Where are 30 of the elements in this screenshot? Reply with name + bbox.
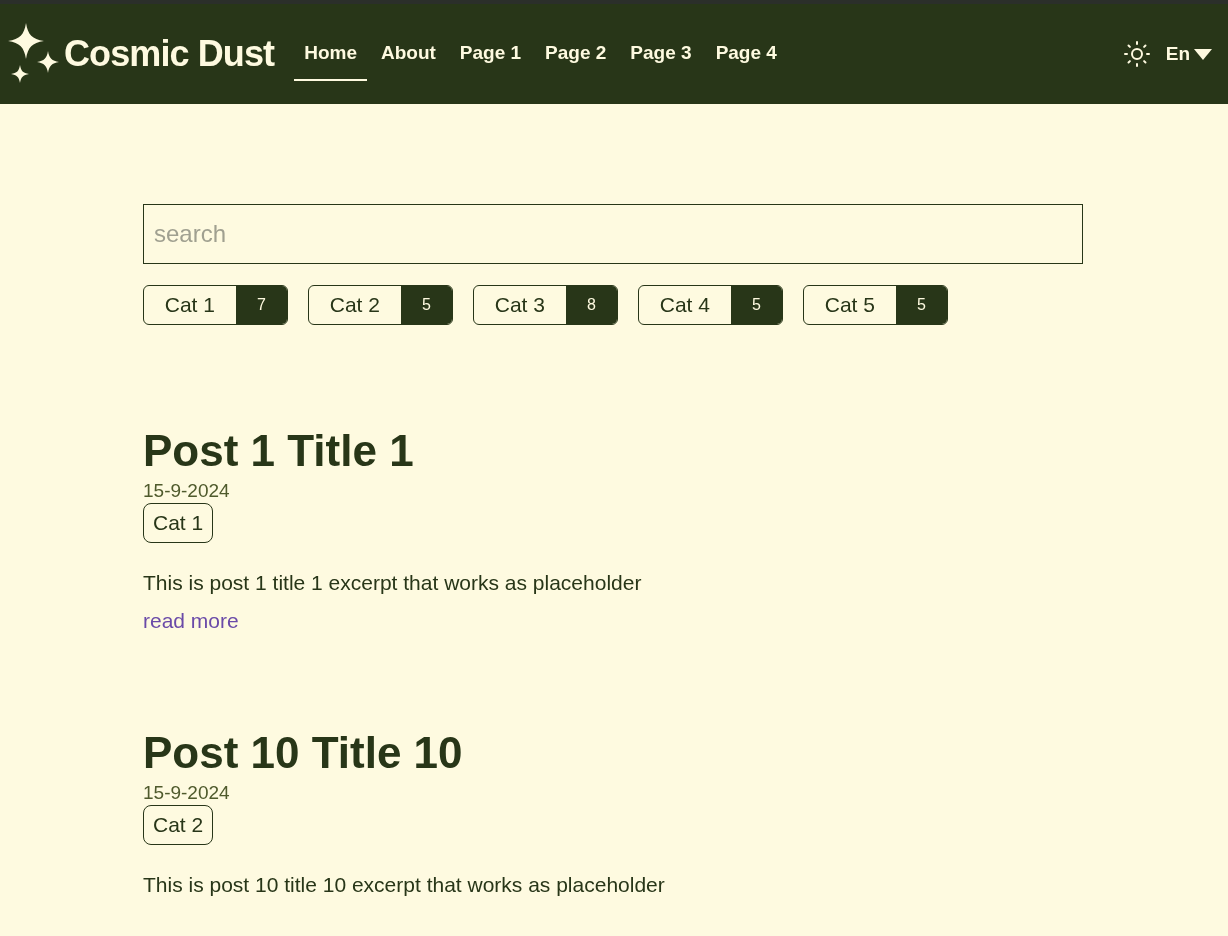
post-excerpt: This is post 1 title 1 excerpt that works as placeholder: [143, 570, 642, 596]
nav-link[interactable]: Home: [294, 26, 367, 82]
category-filter[interactable]: Cat 5 5: [803, 285, 948, 325]
count-badge: 5: [730, 286, 782, 324]
count-badge: 7: [235, 286, 287, 324]
read-more-link[interactable]: read more: [143, 607, 239, 635]
category-filter[interactable]: Cat 3 8: [473, 285, 618, 325]
category-tag[interactable]: Cat 2: [143, 805, 214, 845]
count-badge: 8: [565, 286, 617, 324]
post-title[interactable]: Post 10 Title 10: [143, 725, 463, 781]
category-filter[interactable]: Cat 2 5: [308, 285, 453, 325]
category-filter[interactable]: Cat 1 7: [143, 285, 288, 325]
nav-link[interactable]: About: [370, 26, 446, 82]
nav-link[interactable]: Page 3: [620, 26, 702, 82]
count-badge: 5: [400, 286, 452, 324]
nav-link[interactable]: Page 1: [449, 26, 532, 82]
caret-icon: [1194, 48, 1212, 60]
site-title[interactable]: Cosmic Dust: [64, 27, 275, 81]
category-filter[interactable]: Cat 4 5: [638, 285, 783, 325]
language-selector[interactable]: En: [1165, 39, 1212, 69]
search-field[interactable]: search: [143, 204, 1083, 264]
sun-icon[interactable]: [1123, 41, 1150, 67]
post-date: 15-9-2024: [143, 781, 230, 805]
count-badge: 5: [895, 286, 947, 324]
nav-link[interactable]: Page 4: [705, 26, 787, 82]
post-title[interactable]: Post 1 Title 1: [143, 423, 414, 479]
nav-link[interactable]: Page 2: [535, 26, 617, 82]
category-tag[interactable]: Cat 1: [143, 503, 214, 543]
post-excerpt: This is post 10 title 10 excerpt that works as placeholder: [143, 872, 665, 898]
post-date: 15-9-2024: [143, 479, 230, 503]
